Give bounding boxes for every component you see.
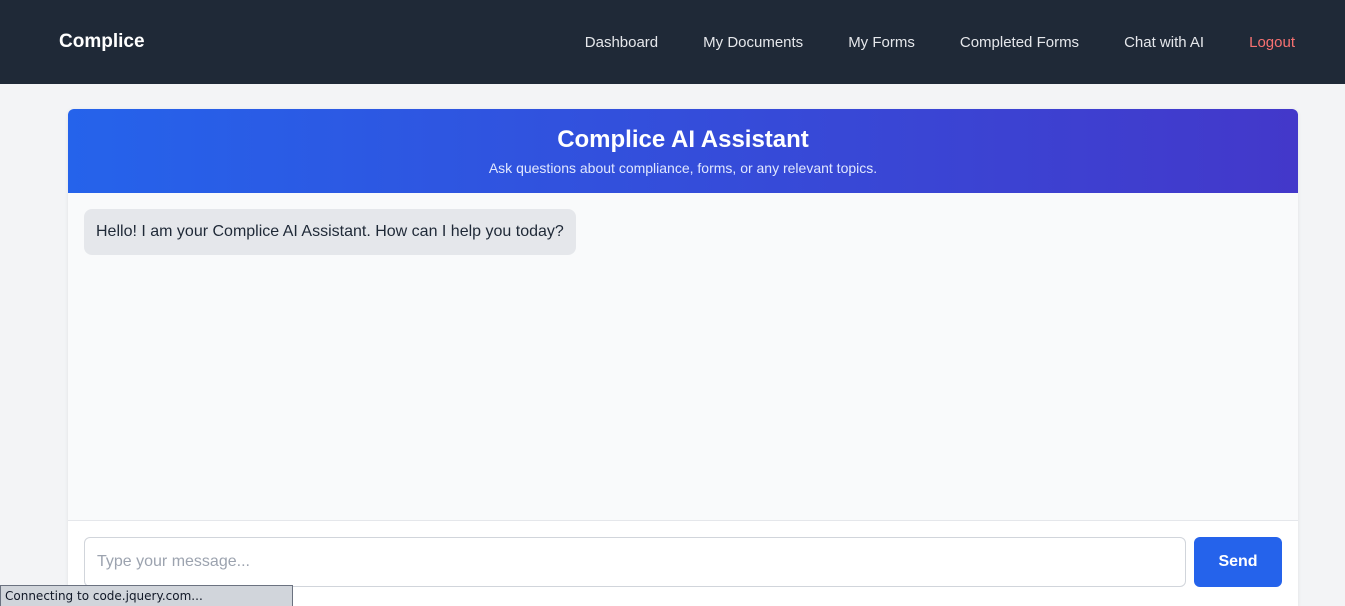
brand-logo[interactable]: Complice [59, 31, 145, 53]
chat-title: Complice AI Assistant [557, 126, 809, 153]
nav-link-my-documents[interactable]: My Documents [703, 34, 803, 51]
chat-messages[interactable]: Hello! I am your Complice AI Assistant. … [68, 193, 1298, 520]
nav-link-my-forms[interactable]: My Forms [848, 34, 915, 51]
top-navbar: Complice Dashboard My Documents My Forms… [0, 0, 1345, 84]
send-button[interactable]: Send [1194, 537, 1282, 587]
chat-subtitle: Ask questions about compliance, forms, o… [488, 160, 878, 176]
nav-link-chat-with-ai[interactable]: Chat with AI [1124, 34, 1204, 51]
chat-header: Complice AI Assistant Ask questions abou… [68, 109, 1298, 193]
message-input[interactable] [84, 537, 1186, 587]
browser-status-bar: Connecting to code.jquery.com... [0, 585, 293, 606]
chat-card: Complice AI Assistant Ask questions abou… [68, 109, 1298, 606]
nav-link-dashboard[interactable]: Dashboard [585, 34, 658, 51]
nav-link-completed-forms[interactable]: Completed Forms [960, 34, 1079, 51]
nav-link-logout[interactable]: Logout [1249, 34, 1295, 51]
nav-links: Dashboard My Documents My Forms Complete… [540, 34, 1295, 51]
bot-message: Hello! I am your Complice AI Assistant. … [84, 209, 576, 255]
